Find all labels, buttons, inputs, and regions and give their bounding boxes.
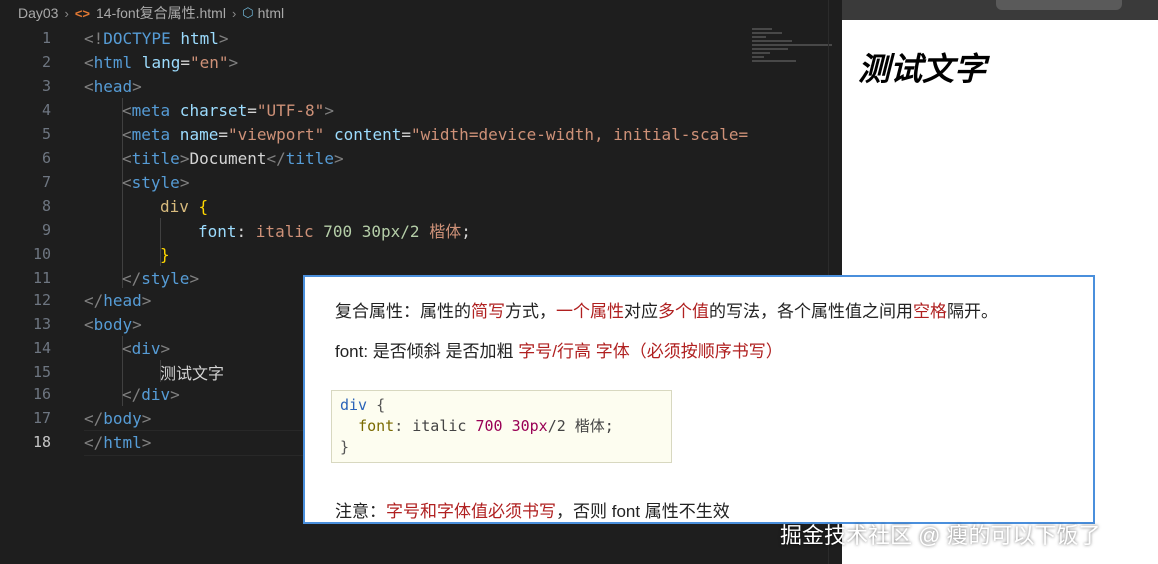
note-line-warning: 注意：字号和字体值必须书写，否则 font 属性不生效 [335, 502, 730, 521]
code-text: </body> [84, 408, 152, 428]
line-number: 13 [32, 315, 51, 333]
code-line[interactable]: 8 div { [0, 194, 842, 218]
code-text: font: italic 700 30px/2 楷体; [198, 222, 471, 241]
line-number: 1 [41, 29, 51, 47]
code-line[interactable]: 4 <meta charset="UTF-8"> [0, 98, 842, 122]
line-number: 10 [32, 245, 51, 263]
code-text: 测试文字 [160, 364, 225, 383]
code-text: div { [160, 196, 209, 216]
line-number: 16 [32, 385, 51, 403]
code-line[interactable]: 2 <html lang="en"> [0, 50, 842, 74]
code-text: </html> [84, 432, 152, 452]
line-number: 17 [32, 409, 51, 427]
code-text: <body> [84, 314, 142, 334]
line-number: 7 [41, 173, 51, 191]
code-text: <head> [84, 76, 142, 96]
code-text: <meta charset="UTF-8"> [122, 100, 334, 120]
breadcrumb-file[interactable]: 14-font复合属性.html [96, 3, 226, 23]
line-number: 9 [41, 221, 51, 239]
line-number: 4 [41, 101, 51, 119]
line-number: 15 [32, 363, 51, 381]
line-number: 11 [32, 269, 51, 287]
code-text: <div> [122, 338, 171, 358]
line-number: 18 [32, 433, 51, 451]
line-number: 5 [41, 125, 51, 143]
code-text: <!DOCTYPE html> [84, 28, 229, 48]
code-line[interactable]: 3 <head> [0, 74, 842, 98]
note-line-syntax: font: 是否倾斜 是否加粗 字号/行高 字体（必须按顺序书写） [335, 342, 783, 361]
code-text: </style> [122, 268, 200, 288]
code-line[interactable]: 6 <title>Document</title> [0, 146, 842, 170]
html-file-icon: <> [74, 5, 90, 21]
watermark: 掘金技术社区 @ 瘦的可以下饭了 [780, 523, 1101, 548]
code-example-box: div { font: italic 700 30px/2 楷体; } [331, 390, 672, 463]
line-number: 2 [41, 53, 51, 71]
explanation-overlay: 复合属性：属性的简写方式，一个属性对应多个值的写法，各个属性值之间用空格隔开。 … [303, 275, 1095, 524]
breadcrumb-folder[interactable]: Day03 [18, 5, 58, 21]
breadcrumb-symbol[interactable]: html [258, 5, 284, 21]
code-text: } [160, 244, 170, 264]
code-text: <title>Document</title> [122, 148, 344, 168]
chevron-right-icon: › [64, 5, 69, 21]
line-number: 8 [41, 197, 51, 215]
code-text: <style> [122, 172, 190, 192]
code-text: <html lang="en"> [84, 52, 239, 72]
preview-tab[interactable] [996, 0, 1122, 10]
breadcrumb: Day03 › <> 14-font复合属性.html › ⬡ html [0, 0, 842, 26]
code-line[interactable]: 10 } [0, 242, 842, 266]
line-number: 6 [41, 149, 51, 167]
chevron-right-icon: › [231, 5, 237, 21]
code-line[interactable]: 1 <!DOCTYPE html> [0, 26, 842, 50]
code-line[interactable]: 7 <style> [0, 170, 842, 194]
preview-rendered-text: 测试文字 [858, 50, 987, 88]
code-text: </head> [84, 290, 152, 310]
symbol-cube-icon: ⬡ [242, 5, 254, 20]
line-number: 14 [32, 339, 51, 357]
code-line[interactable]: 5 <meta name="viewport" content="width=d… [0, 122, 842, 146]
code-text: <meta name="viewport" content="width=dev… [122, 124, 749, 144]
line-number: 3 [41, 77, 51, 95]
code-line[interactable]: 9 font: italic 700 30px/2 楷体; [0, 218, 842, 242]
line-number: 12 [32, 291, 51, 309]
preview-toolbar [842, 0, 1158, 20]
code-text: </div> [122, 384, 180, 404]
note-line-definition: 复合属性：属性的简写方式，一个属性对应多个值的写法，各个属性值之间用空格隔开。 [335, 302, 998, 321]
